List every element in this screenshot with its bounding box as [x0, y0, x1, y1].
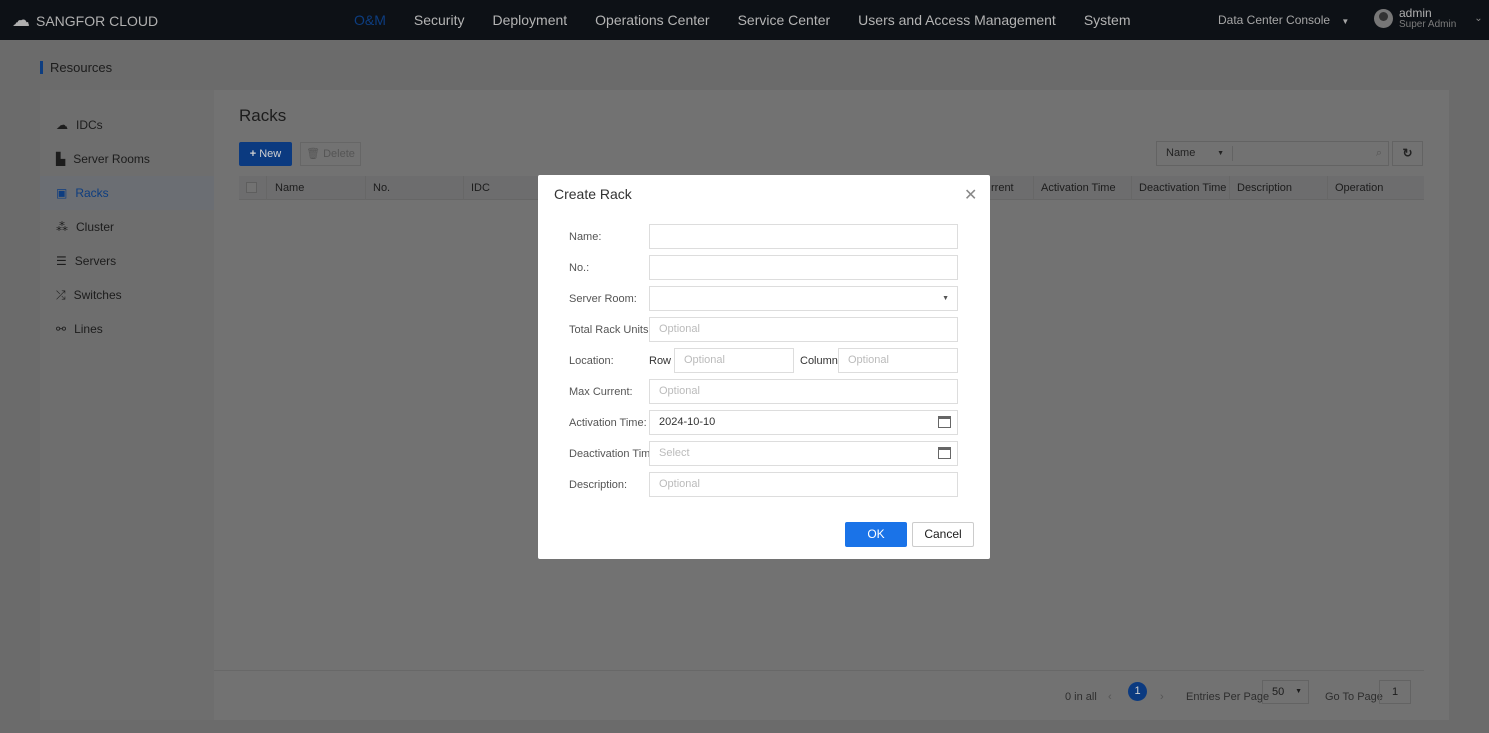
no-input[interactable]	[649, 255, 958, 280]
total-count: 0 in all	[1065, 691, 1097, 703]
column-input[interactable]: Optional	[838, 348, 958, 373]
page-title: Racks	[239, 106, 287, 125]
caret-down-icon: ▼	[942, 295, 949, 302]
delete-button[interactable]: 🗑 Delete	[300, 142, 361, 166]
calendar-icon[interactable]	[938, 416, 951, 428]
search-input[interactable]	[1233, 142, 1376, 165]
cancel-button[interactable]: Cancel	[912, 522, 974, 547]
main-nav: O&M Security Deployment Operations Cente…	[340, 0, 1145, 40]
close-icon[interactable]: ✕	[964, 185, 977, 205]
max-current-label: Max Current:	[569, 386, 633, 398]
prev-page-icon[interactable]: ‹	[1108, 691, 1112, 703]
new-button[interactable]: + New	[239, 142, 292, 166]
name-label: Name:	[569, 231, 602, 243]
breadcrumb: Resources	[40, 61, 112, 74]
col-max-current[interactable]: rrent	[991, 176, 1034, 200]
refresh-icon: ↻	[1402, 146, 1413, 160]
refresh-button[interactable]: ↻	[1392, 141, 1423, 166]
avatar	[1374, 9, 1393, 28]
sidebar-item-switches[interactable]: ⤮ Switches	[40, 278, 214, 312]
rack-icon: ▣	[56, 186, 68, 200]
nav-service-center[interactable]: Service Center	[724, 0, 845, 40]
logo[interactable]: ☁ SANGFOR CLOUD	[12, 10, 158, 31]
user-menu[interactable]: admin Super Admin ⌄	[1374, 7, 1483, 30]
col-description: Description	[1230, 176, 1328, 200]
col-name[interactable]: Name	[268, 176, 366, 200]
search-icon: ⌕	[1375, 147, 1382, 159]
select-all-checkbox[interactable]	[239, 176, 267, 200]
lines-icon: ⚯	[56, 322, 67, 336]
deactivation-time-input[interactable]: Select	[649, 441, 958, 466]
cloud-icon: ☁	[56, 118, 68, 132]
max-current-input[interactable]: Optional	[649, 379, 958, 404]
top-bar: ☁ SANGFOR CLOUD O&M Security Deployment O…	[0, 0, 1489, 40]
col-operation: Operation	[1335, 182, 1384, 194]
deactivation-label: Deactivation Time:	[569, 448, 660, 460]
activation-label: Activation Time:	[569, 417, 647, 429]
nav-system[interactable]: System	[1070, 0, 1145, 40]
console-dropdown[interactable]: Data Center Console ▼	[1218, 13, 1349, 27]
col-deactivation-time[interactable]: Deactivation Time	[1132, 176, 1230, 200]
entries-label: Entries Per Page	[1186, 691, 1270, 703]
name-input[interactable]	[649, 224, 958, 249]
row-input[interactable]: Optional	[674, 348, 794, 373]
sidebar: ☁ IDCs ▙ Server Rooms ▣ Racks ⁂ Cluster ☰ Ser…	[40, 90, 214, 720]
goto-input[interactable]: 1	[1379, 680, 1411, 704]
search-box: Name ▼ ⌕	[1156, 141, 1389, 166]
create-rack-dialog: Create Rack ✕ Name: No.: Server Room: ▼ …	[538, 175, 990, 559]
plus-icon: +	[249, 148, 260, 160]
nav-deployment[interactable]: Deployment	[478, 0, 581, 40]
goto-label: Go To Page	[1325, 691, 1383, 703]
row-label: Row	[649, 355, 672, 367]
nav-om[interactable]: O&M	[340, 0, 400, 40]
location-label: Location:	[569, 355, 614, 367]
sidebar-item-servers[interactable]: ☰ Servers	[40, 244, 214, 278]
sidebar-item-lines[interactable]: ⚯ Lines	[40, 312, 214, 346]
ok-button[interactable]: OK	[845, 522, 907, 547]
total-units-input[interactable]: Optional	[649, 317, 958, 342]
total-units-label: Total Rack Units:	[569, 324, 652, 336]
trash-icon: 🗑	[306, 148, 324, 160]
sidebar-item-idcs[interactable]: ☁ IDCs	[40, 108, 214, 142]
nav-users-access[interactable]: Users and Access Management	[844, 0, 1070, 40]
sidebar-item-racks[interactable]: ▣ Racks	[40, 176, 214, 210]
nav-security[interactable]: Security	[400, 0, 479, 40]
caret-down-icon: ▼	[1341, 17, 1350, 26]
server-room-select[interactable]: ▼	[649, 286, 958, 311]
sidebar-item-cluster[interactable]: ⁂ Cluster	[40, 210, 214, 244]
description-label: Description:	[569, 479, 628, 491]
switch-icon: ⤮	[56, 287, 66, 302]
nav-operations-center[interactable]: Operations Center	[581, 0, 723, 40]
col-activation-time[interactable]: Activation Time	[1034, 176, 1132, 200]
pagination: 0 in all ‹ 1 › Entries Per Page 50 ▼ Go T…	[214, 670, 1424, 720]
col-no[interactable]: No.	[366, 176, 464, 200]
search-field-select[interactable]: Name ▼	[1157, 146, 1233, 161]
chevron-down-icon: ⌄	[1474, 13, 1483, 24]
server-icon: ☰	[56, 254, 67, 268]
sidebar-item-server-rooms[interactable]: ▙ Server Rooms	[40, 142, 214, 176]
activation-time-input[interactable]: 2024-10-10	[649, 410, 958, 435]
next-page-icon[interactable]: ›	[1160, 691, 1164, 703]
description-input[interactable]: Optional	[649, 472, 958, 497]
building-icon: ▙	[56, 152, 66, 166]
cluster-icon: ⁂	[56, 220, 68, 234]
dialog-title: Create Rack	[554, 186, 632, 202]
caret-down-icon: ▼	[1295, 688, 1302, 695]
server-room-label: Server Room:	[569, 293, 637, 305]
caret-down-icon: ▼	[1217, 150, 1224, 157]
page-1[interactable]: 1	[1128, 682, 1147, 701]
column-label: Column	[800, 355, 838, 367]
no-label: No.:	[569, 262, 590, 274]
cloud-logo-icon: ☁	[12, 10, 30, 30]
calendar-icon[interactable]	[938, 447, 951, 459]
entries-select[interactable]: 50 ▼	[1262, 680, 1309, 704]
